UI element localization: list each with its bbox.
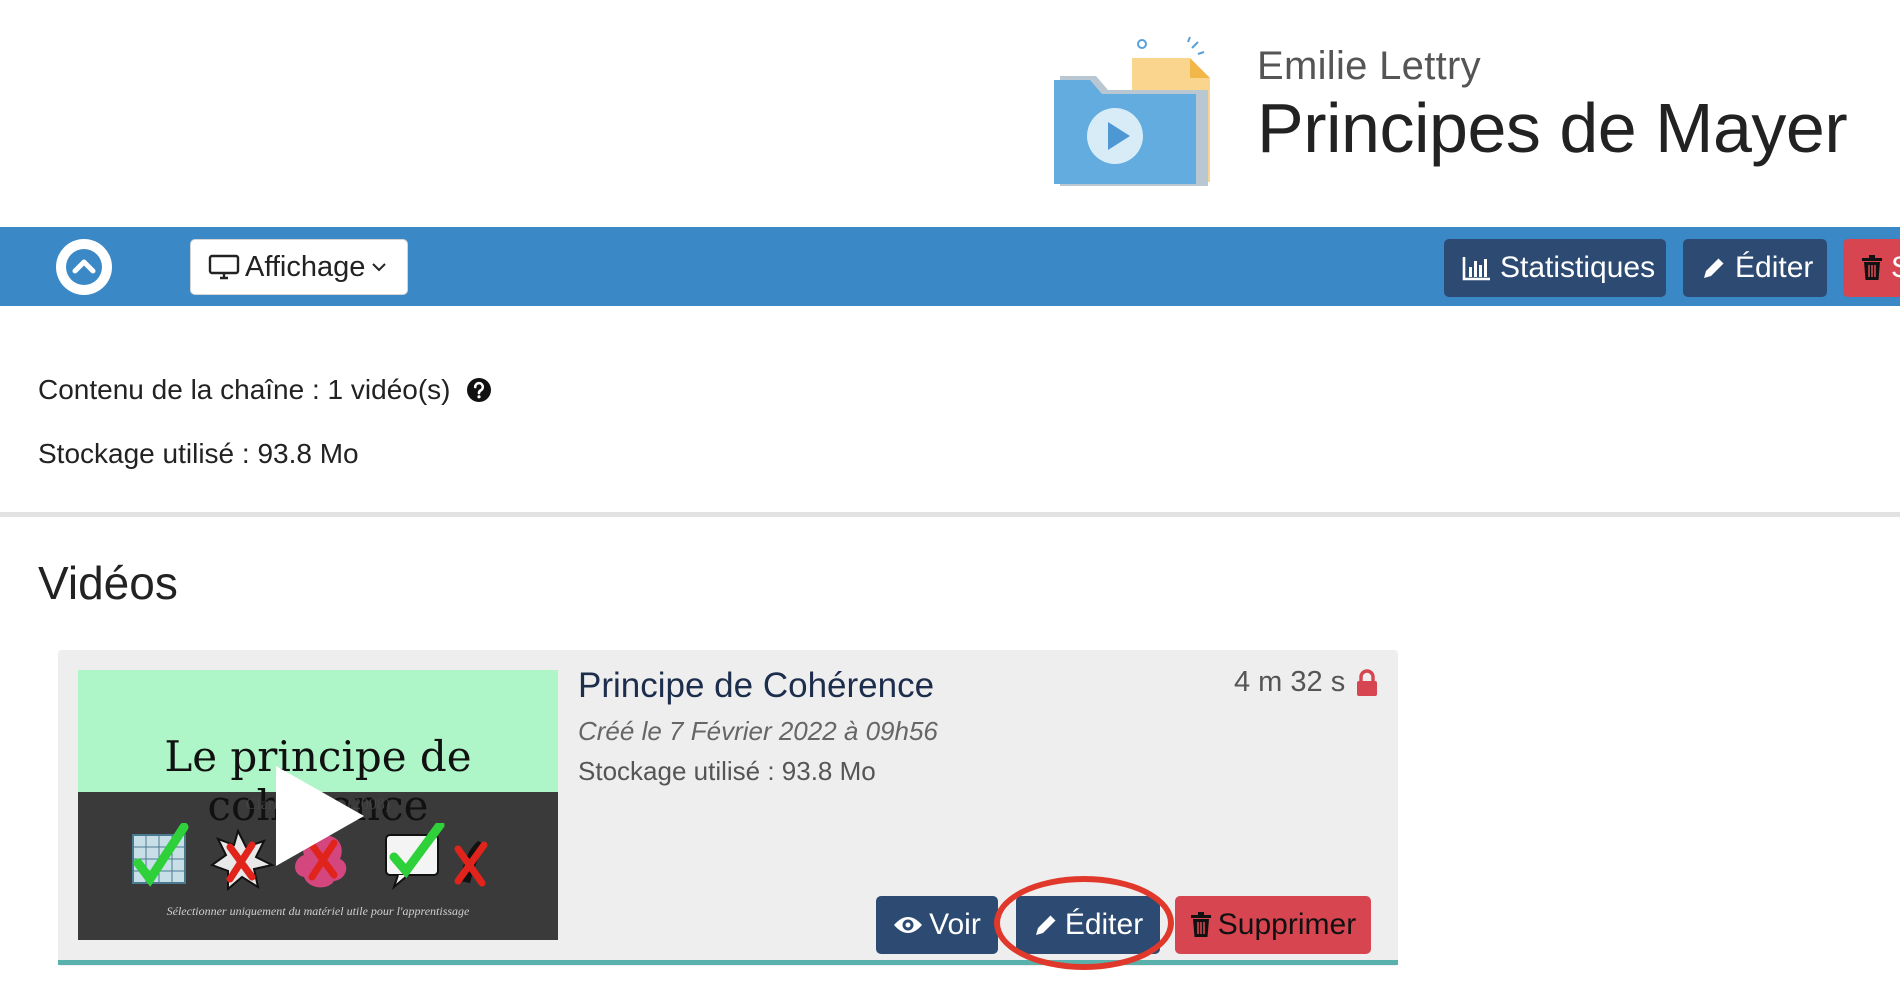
video-created-date: Créé le 7 Février 2022 à 09h56: [578, 716, 938, 746]
play-icon[interactable]: [268, 762, 368, 870]
trash-icon: [1861, 255, 1883, 281]
edit-channel-button-label: Éditer: [1735, 251, 1814, 284]
owner-name: Emilie Lettry: [1257, 44, 1481, 88]
delete-channel-button[interactable]: S: [1843, 239, 1900, 297]
video-title[interactable]: Principe de Cohérence: [578, 666, 934, 706]
channel-logo: [1052, 36, 1224, 186]
eye-icon: [893, 915, 923, 935]
monitor-icon: [208, 253, 240, 281]
section-divider: [0, 512, 1900, 517]
view-video-button[interactable]: Voir: [876, 896, 998, 954]
collapse-button[interactable]: [56, 239, 112, 295]
chevron-down-icon: [371, 261, 387, 273]
trash-icon: [1190, 912, 1212, 938]
help-icon[interactable]: [466, 377, 492, 403]
edit-channel-button[interactable]: Éditer: [1683, 239, 1827, 297]
video-folder-icon: [1054, 36, 1210, 186]
highlight-annotation-ring: [994, 876, 1174, 970]
statistics-button-label: Statistiques: [1500, 251, 1656, 284]
statistics-button[interactable]: Statistiques: [1444, 239, 1666, 297]
chevron-up-circle-icon: [66, 249, 102, 285]
video-thumbnail[interactable]: Le principe de cohérence Clark & Mayer (…: [78, 670, 558, 940]
videos-section-title: Vidéos: [38, 557, 178, 609]
delete-video-button-label: Supprimer: [1217, 908, 1357, 941]
channel-content-info: Contenu de la chaîne : 1 vidéo(s): [38, 374, 492, 406]
display-dropdown-button[interactable]: Affichage: [190, 239, 408, 295]
video-card-accent-bar: [58, 960, 1398, 965]
channel-title: Principes de Mayer: [1257, 89, 1848, 167]
video-storage-info: Stockage utilisé : 93.8 Mo: [578, 756, 876, 786]
video-duration: 4 m 32 s: [1234, 666, 1346, 698]
pencil-icon: [1701, 255, 1727, 281]
bar-chart-icon: [1462, 255, 1492, 281]
delete-channel-button-label: S: [1891, 251, 1900, 285]
delete-video-button[interactable]: Supprimer: [1175, 896, 1371, 954]
channel-toolbar: Affichage Statistiques Éditer S: [0, 227, 1900, 306]
channel-content-text: Contenu de la chaîne : 1 vidéo(s): [38, 374, 451, 405]
lock-icon: [1357, 669, 1377, 696]
thumbnail-caption: Sélectionner uniquement du matériel util…: [166, 904, 470, 918]
display-dropdown-label: Affichage: [245, 250, 366, 283]
channel-storage-info: Stockage utilisé : 93.8 Mo: [38, 438, 359, 469]
view-video-button-label: Voir: [929, 908, 981, 941]
